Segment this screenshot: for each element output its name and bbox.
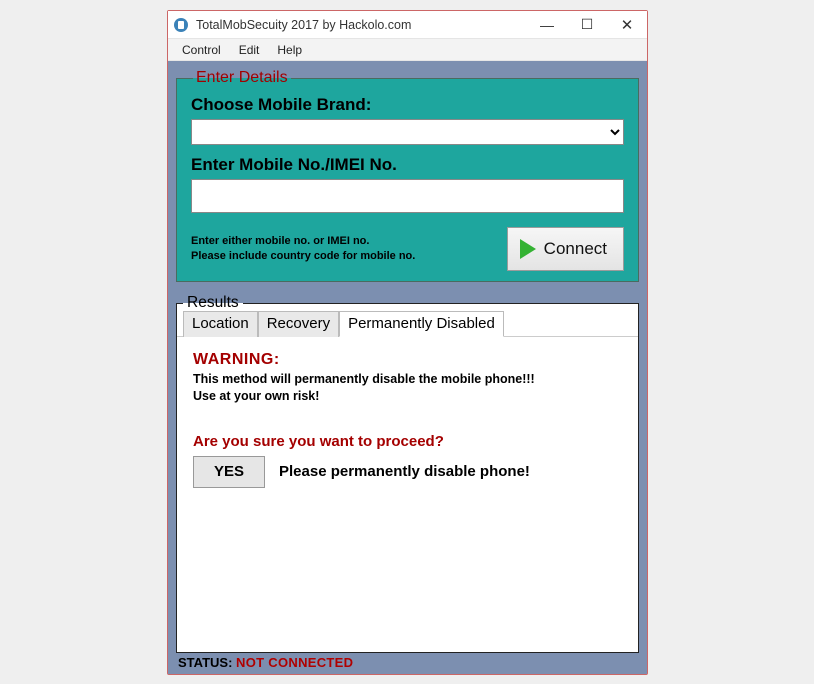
tab-permanently-disabled[interactable]: Permanently Disabled [339, 311, 504, 337]
minimize-button[interactable]: ― [527, 11, 567, 38]
status-label: STATUS: [178, 655, 232, 670]
brand-label: Choose Mobile Brand: [191, 95, 624, 115]
hint-line2: Please include country code for mobile n… [191, 250, 415, 262]
results-tabs: Location Recovery Permanently Disabled [177, 310, 638, 337]
results-group: Results Location Recovery Permanently Di… [176, 294, 639, 653]
imei-input[interactable] [191, 179, 624, 213]
app-window: TotalMobSecuity 2017 by Hackolo.com ― ☐ … [167, 10, 648, 675]
yes-description: Please permanently disable phone! [279, 463, 530, 480]
enter-details-legend: Enter Details [193, 69, 291, 87]
tab-body: WARNING: This method will permanently di… [177, 337, 638, 652]
confirm-text: Are you sure you want to proceed? [193, 433, 622, 450]
enter-details-group: Enter Details Choose Mobile Brand: Enter… [176, 69, 639, 282]
yes-button[interactable]: YES [193, 456, 265, 488]
status-line: STATUS: NOT CONNECTED [176, 653, 639, 674]
hint-line1: Enter either mobile no. or IMEI no. [191, 235, 369, 247]
brand-select[interactable] [191, 119, 624, 145]
tab-recovery[interactable]: Recovery [258, 311, 339, 337]
window-title: TotalMobSecuity 2017 by Hackolo.com [196, 18, 411, 32]
connect-button[interactable]: Connect [507, 227, 624, 271]
maximize-button[interactable]: ☐ [567, 11, 607, 38]
warning-line1: This method will permanently disable the… [193, 372, 535, 386]
status-value: NOT CONNECTED [236, 655, 353, 670]
tab-location[interactable]: Location [183, 311, 258, 337]
menu-edit[interactable]: Edit [239, 43, 260, 57]
warning-head: WARNING: [193, 351, 622, 369]
warning-body: This method will permanently disable the… [193, 371, 622, 405]
menu-control[interactable]: Control [182, 43, 221, 57]
close-button[interactable]: ✕ [607, 11, 647, 38]
imei-label: Enter Mobile No./IMEI No. [191, 155, 624, 175]
menubar: Control Edit Help [168, 39, 647, 61]
connect-label: Connect [544, 239, 607, 259]
client-area: Enter Details Choose Mobile Brand: Enter… [168, 61, 647, 674]
menu-help[interactable]: Help [277, 43, 302, 57]
app-icon [174, 18, 188, 32]
play-icon [520, 239, 536, 259]
titlebar: TotalMobSecuity 2017 by Hackolo.com ― ☐ … [168, 11, 647, 39]
warning-line2: Use at your own risk! [193, 389, 319, 403]
hint-text: Enter either mobile no. or IMEI no. Plea… [191, 234, 495, 264]
